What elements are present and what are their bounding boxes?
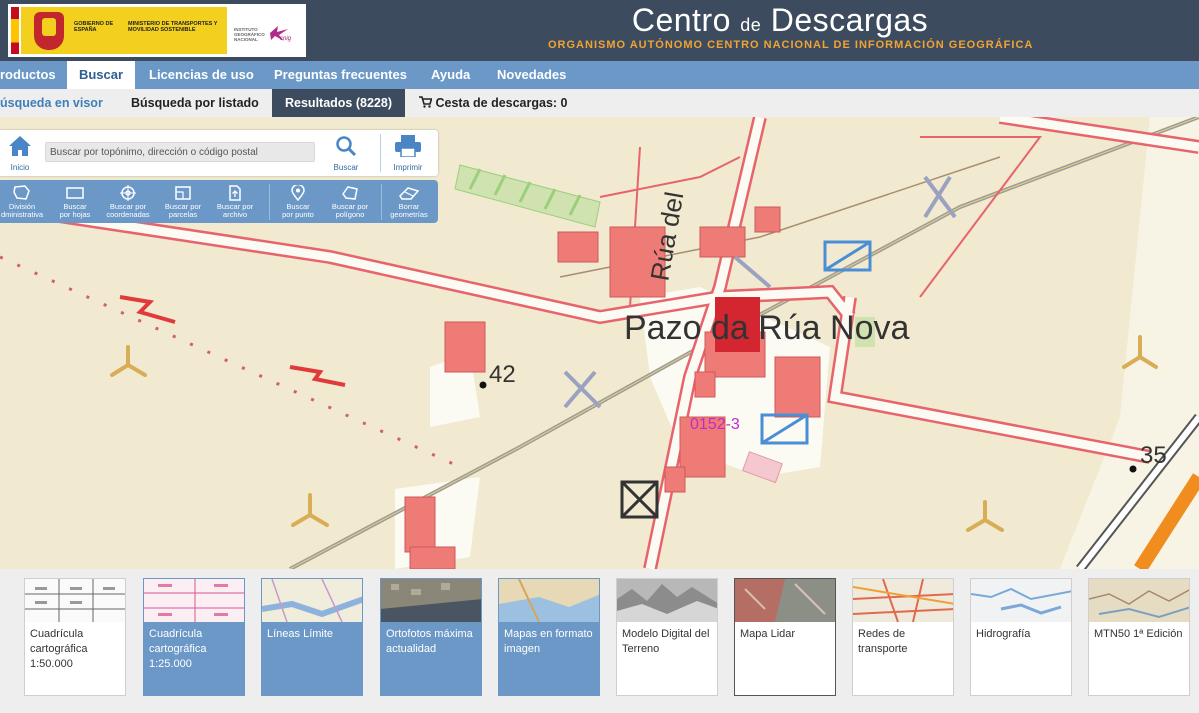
tools-divider (381, 184, 382, 220)
parcel-icon (175, 186, 191, 200)
search-tools-bar: División dministrativa Buscar por hojas Bu… (0, 180, 438, 223)
search-button[interactable]: Buscar (318, 133, 374, 173)
product-thumbnail (853, 579, 953, 622)
cnig-logo: cnig (268, 24, 298, 46)
product-card[interactable]: Mapa Lidar (734, 578, 836, 696)
site-header: GOBIERNO DE ESPAÑA MINISTERIO DE TRANSPO… (0, 0, 1199, 61)
map-elevation-label: 35 (1140, 442, 1167, 469)
nav-ayuda[interactable]: Ayuda (431, 61, 470, 89)
tool-buscar-coordenadas[interactable]: Buscar por coordenadas (104, 180, 152, 223)
product-label: MTN50 1ª Edición (1094, 628, 1183, 640)
product-card[interactable]: Hidrografía (970, 578, 1072, 696)
product-thumbnail (144, 579, 244, 622)
logo-ministerio-text: MINISTERIO DE TRANSPORTES Y MOVILIDAD SO… (128, 21, 218, 33)
eraser-icon (399, 187, 420, 200)
print-label: Imprimir (393, 163, 423, 172)
tool-buscar-punto[interactable]: Buscar por punto (276, 180, 320, 223)
crosshair-icon (120, 185, 136, 201)
sheet-icon (66, 187, 84, 199)
nav-preguntas[interactable]: Preguntas frecuentes (274, 61, 407, 89)
main-nav: roductos Buscar Licencias de uso Pregunt… (0, 61, 1199, 89)
product-thumbnail (262, 579, 362, 622)
tab-busqueda-listado[interactable]: Búsqueda por listado (131, 89, 259, 117)
tools-divider (269, 184, 270, 220)
tool-buscar-hojas[interactable]: Buscar por hojas (52, 180, 98, 223)
product-card[interactable]: Modelo Digital del Terreno (616, 578, 718, 696)
site-subtitle: Organismo Autónomo Centro Nacional de In… (548, 39, 1034, 51)
product-card[interactable]: Mapas en formato imagen (498, 578, 600, 696)
product-thumbnail (381, 579, 481, 622)
product-thumbnail (735, 579, 835, 622)
toolbar-divider (380, 134, 381, 172)
product-label: Ortofotos máxima actualidad (386, 628, 473, 655)
home-icon (9, 136, 31, 156)
point-marker-icon (291, 185, 305, 201)
print-button[interactable]: Imprimir (384, 133, 432, 173)
spain-flag-icon (11, 7, 19, 54)
cart-count-text: Cesta de descargas: 0 (435, 96, 568, 110)
product-card[interactable]: Líneas Límite (261, 578, 363, 696)
nav-productos[interactable]: roductos (0, 61, 62, 89)
map-elevation-label: 42 (489, 361, 516, 388)
product-label: Mapas en formato imagen (504, 628, 593, 655)
tool-buscar-archivo[interactable]: Buscar por archivo (212, 180, 258, 223)
tab-resultados[interactable]: Resultados (8228) (272, 89, 405, 117)
product-thumbnail (971, 579, 1071, 622)
sub-nav: úsqueda en visor Búsqueda por listado Re… (0, 89, 1199, 117)
nav-licencias[interactable]: Licencias de uso (149, 61, 254, 89)
product-thumbnail (499, 579, 599, 622)
administrative-division-icon (13, 185, 30, 200)
tool-borrar-geometrias[interactable]: Borrar geometrías (386, 180, 432, 223)
product-label: Cuadrícula cartográfica 1:50.000 (30, 628, 88, 670)
cnig-text: cnig (280, 36, 292, 42)
tool-buscar-parcelas[interactable]: Buscar por parcelas (160, 180, 206, 223)
nav-buscar[interactable]: Buscar (67, 61, 135, 89)
product-label: Líneas Límite (267, 628, 334, 640)
cart-link[interactable]: Cesta de descargas: 0 (419, 89, 568, 117)
tool-buscar-poligono[interactable]: Buscar por polígono (326, 180, 374, 223)
product-card[interactable]: Cuadrícula cartográfica 1:25.000 (143, 578, 245, 696)
site-title: Centro de Descargas (631, 2, 929, 38)
shopping-cart-icon (419, 96, 433, 108)
map-sheet-label: 0152-3 (690, 416, 740, 433)
product-label: Mapa Lidar (740, 628, 796, 640)
search-input[interactable] (45, 142, 315, 162)
product-thumbnail (1089, 579, 1189, 622)
polygon-icon (342, 186, 358, 200)
product-thumbnail (25, 579, 125, 622)
search-icon (336, 136, 357, 157)
product-card[interactable]: MTN50 1ª Edición (1088, 578, 1190, 696)
product-card[interactable]: Redes de transporte (852, 578, 954, 696)
product-label: Redes de transporte (858, 628, 908, 655)
product-card[interactable]: Ortofotos máxima actualidad (380, 578, 482, 696)
search-label: Buscar (333, 163, 359, 172)
tab-busqueda-visor[interactable]: úsqueda en visor (0, 89, 115, 117)
printer-icon (395, 135, 421, 157)
product-label: Modelo Digital del Terreno (622, 628, 710, 655)
government-logo[interactable]: GOBIERNO DE ESPAÑA MINISTERIO DE TRANSPO… (8, 4, 306, 57)
product-card[interactable]: Cuadrícula cartográfica 1:50.000 (24, 578, 126, 696)
logo-gobierno-text: GOBIERNO DE ESPAÑA (74, 21, 114, 33)
tool-division-administrativa[interactable]: División dministrativa (0, 180, 44, 223)
file-upload-icon (229, 185, 241, 201)
home-button[interactable]: Inicio (4, 133, 36, 173)
map-place-label: Pazo da Rúa Nova (624, 309, 909, 347)
product-label: Hidrografía (976, 628, 1031, 640)
product-label: Cuadrícula cartográfica 1:25.000 (149, 628, 207, 670)
home-label: Inicio (10, 163, 30, 172)
nav-novedades[interactable]: Novedades (497, 61, 566, 89)
product-thumbnail (617, 579, 717, 622)
